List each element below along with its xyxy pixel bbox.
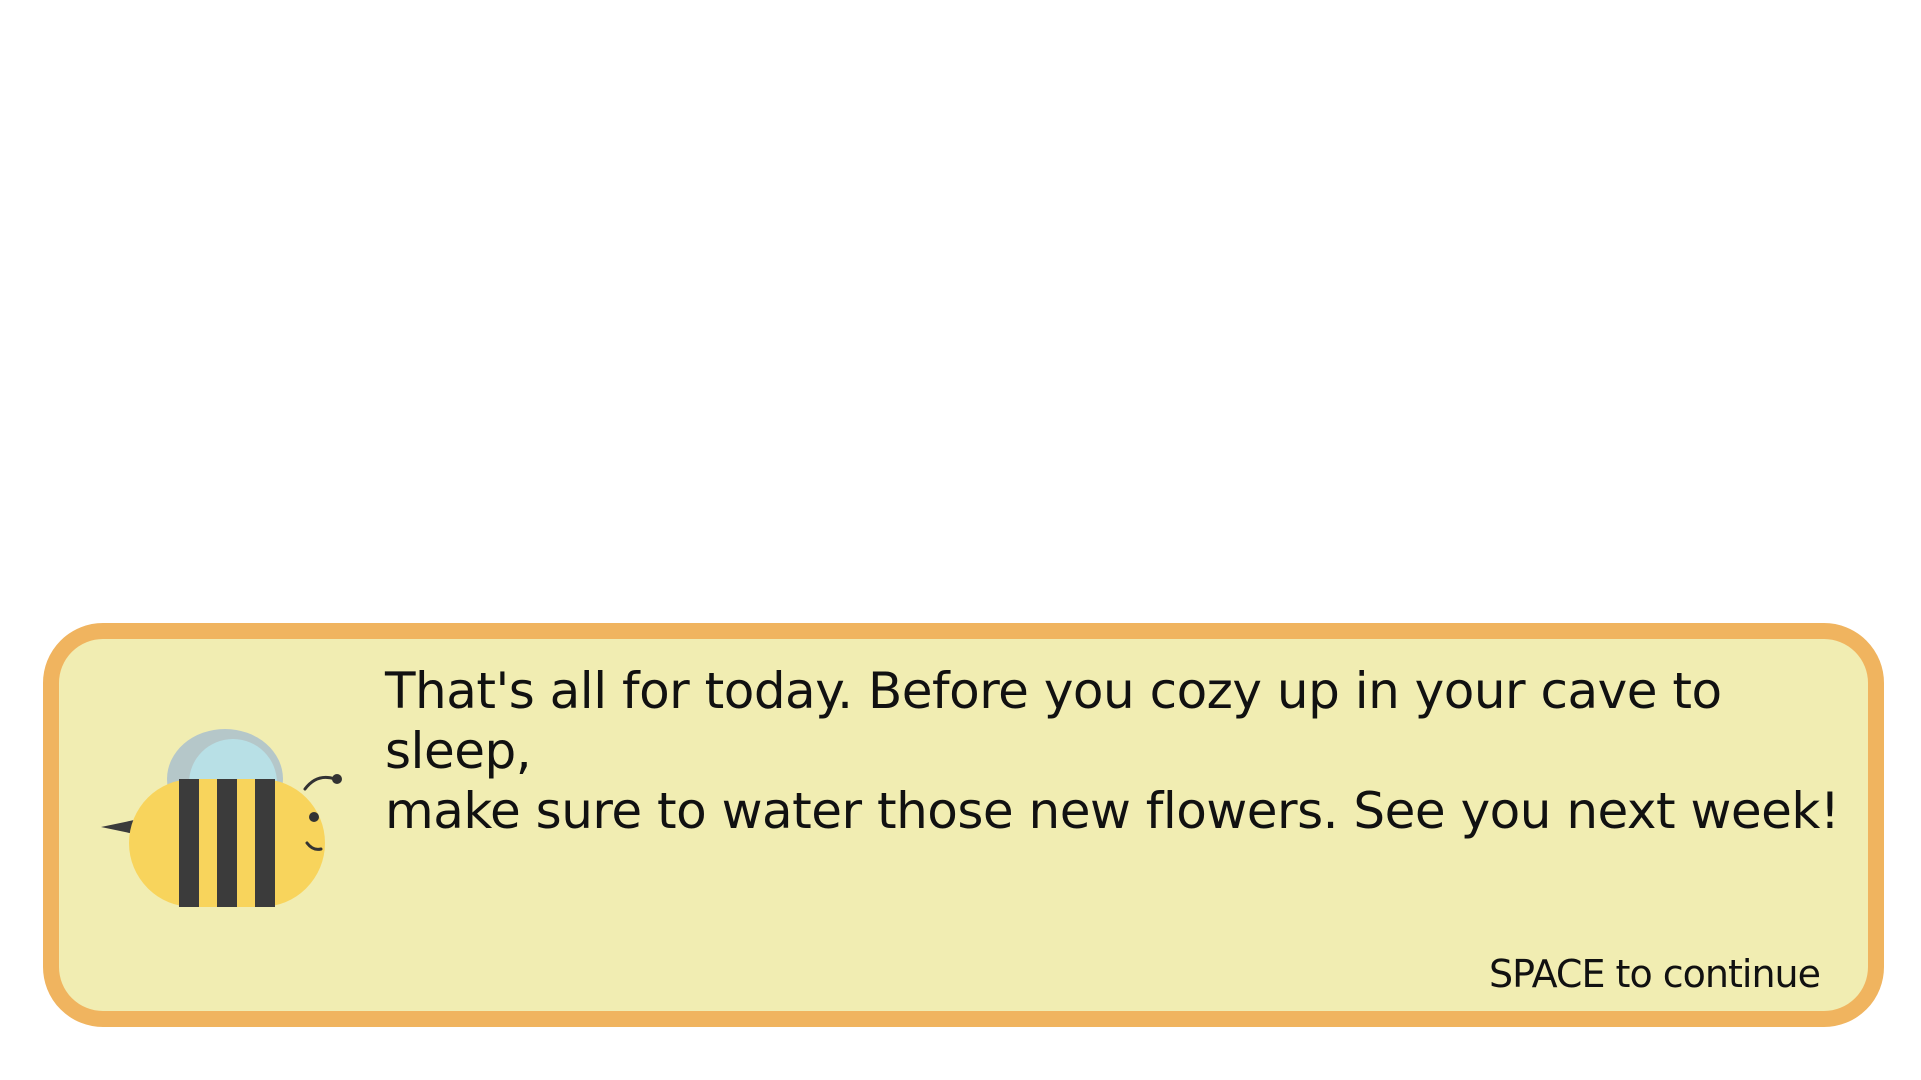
dialog-message: That's all for today. Before you cozy up…: [385, 662, 1840, 840]
bee-stripe: [255, 779, 275, 907]
dialog-box[interactable]: That's all for today. Before you cozy up…: [43, 623, 1884, 1027]
game-scene: That's all for today. Before you cozy up…: [0, 0, 1921, 1080]
bee-eye: [309, 812, 319, 822]
bee-icon: [101, 729, 342, 907]
continue-hint: SPACE to continue: [1488, 952, 1821, 996]
bee-stripe: [179, 779, 199, 907]
bee-antenna-tip: [332, 774, 342, 784]
bee-stripe: [217, 779, 237, 907]
bee-antenna: [303, 775, 337, 791]
